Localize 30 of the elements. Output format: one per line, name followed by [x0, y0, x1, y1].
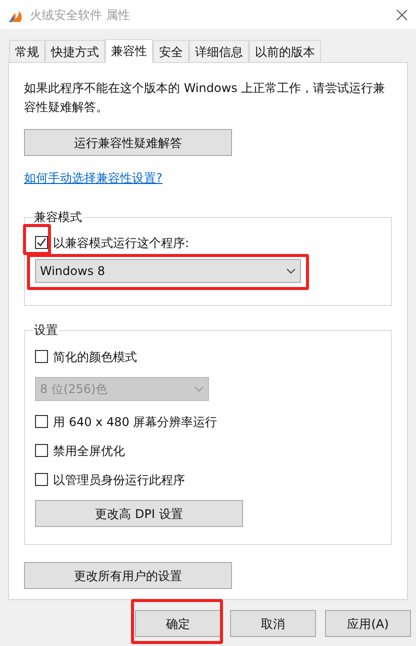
dropdown[interactable]: Windows 8 [35, 259, 301, 283]
window-title: 火绒安全软件 属性 [30, 6, 131, 24]
checkbox-label: 用 640 x 480 屏幕分辨率运行 [53, 414, 218, 430]
push-button[interactable]: 确定 [135, 610, 221, 637]
help-link[interactable]: 如何手动选择兼容性设置? [24, 169, 162, 187]
checkbox[interactable] [35, 473, 48, 486]
chevron-down-icon [194, 386, 204, 392]
tab[interactable]: 安全 [153, 40, 189, 62]
check-icon [36, 237, 47, 248]
checkbox[interactable] [35, 350, 48, 363]
tab[interactable]: 详细信息 [189, 40, 249, 62]
checkbox-label: 以兼容模式运行这个程序: [53, 234, 190, 252]
checkbox[interactable] [35, 444, 48, 457]
close-icon[interactable] [396, 8, 408, 20]
tab[interactable]: 以前的版本 [249, 40, 321, 62]
checkbox[interactable] [35, 236, 48, 249]
chevron-down-icon [286, 268, 296, 274]
intro-text: 如果此程序不能在这个版本的 Windows 上正常工作，请尝试运行兼容性疑难解答。 [24, 80, 386, 116]
checkbox-label: 禁用全屏优化 [53, 442, 125, 460]
checkbox[interactable] [35, 415, 48, 428]
push-button[interactable]: 应用(A) [325, 610, 411, 637]
tab[interactable]: 快捷方式 [45, 40, 105, 62]
checkbox-label: 简化的颜色模式 [53, 348, 137, 366]
tab[interactable]: 常规 [9, 40, 45, 62]
push-button[interactable]: 更改所有用户的设置 [24, 562, 232, 589]
tab[interactable]: 兼容性 [105, 39, 153, 63]
checkbox-label: 以管理员身份运行此程序 [53, 472, 185, 488]
push-button[interactable]: 取消 [230, 610, 316, 637]
push-button[interactable]: 运行兼容性疑难解答 [24, 129, 232, 156]
push-button[interactable]: 更改高 DPI 设置 [35, 500, 243, 527]
